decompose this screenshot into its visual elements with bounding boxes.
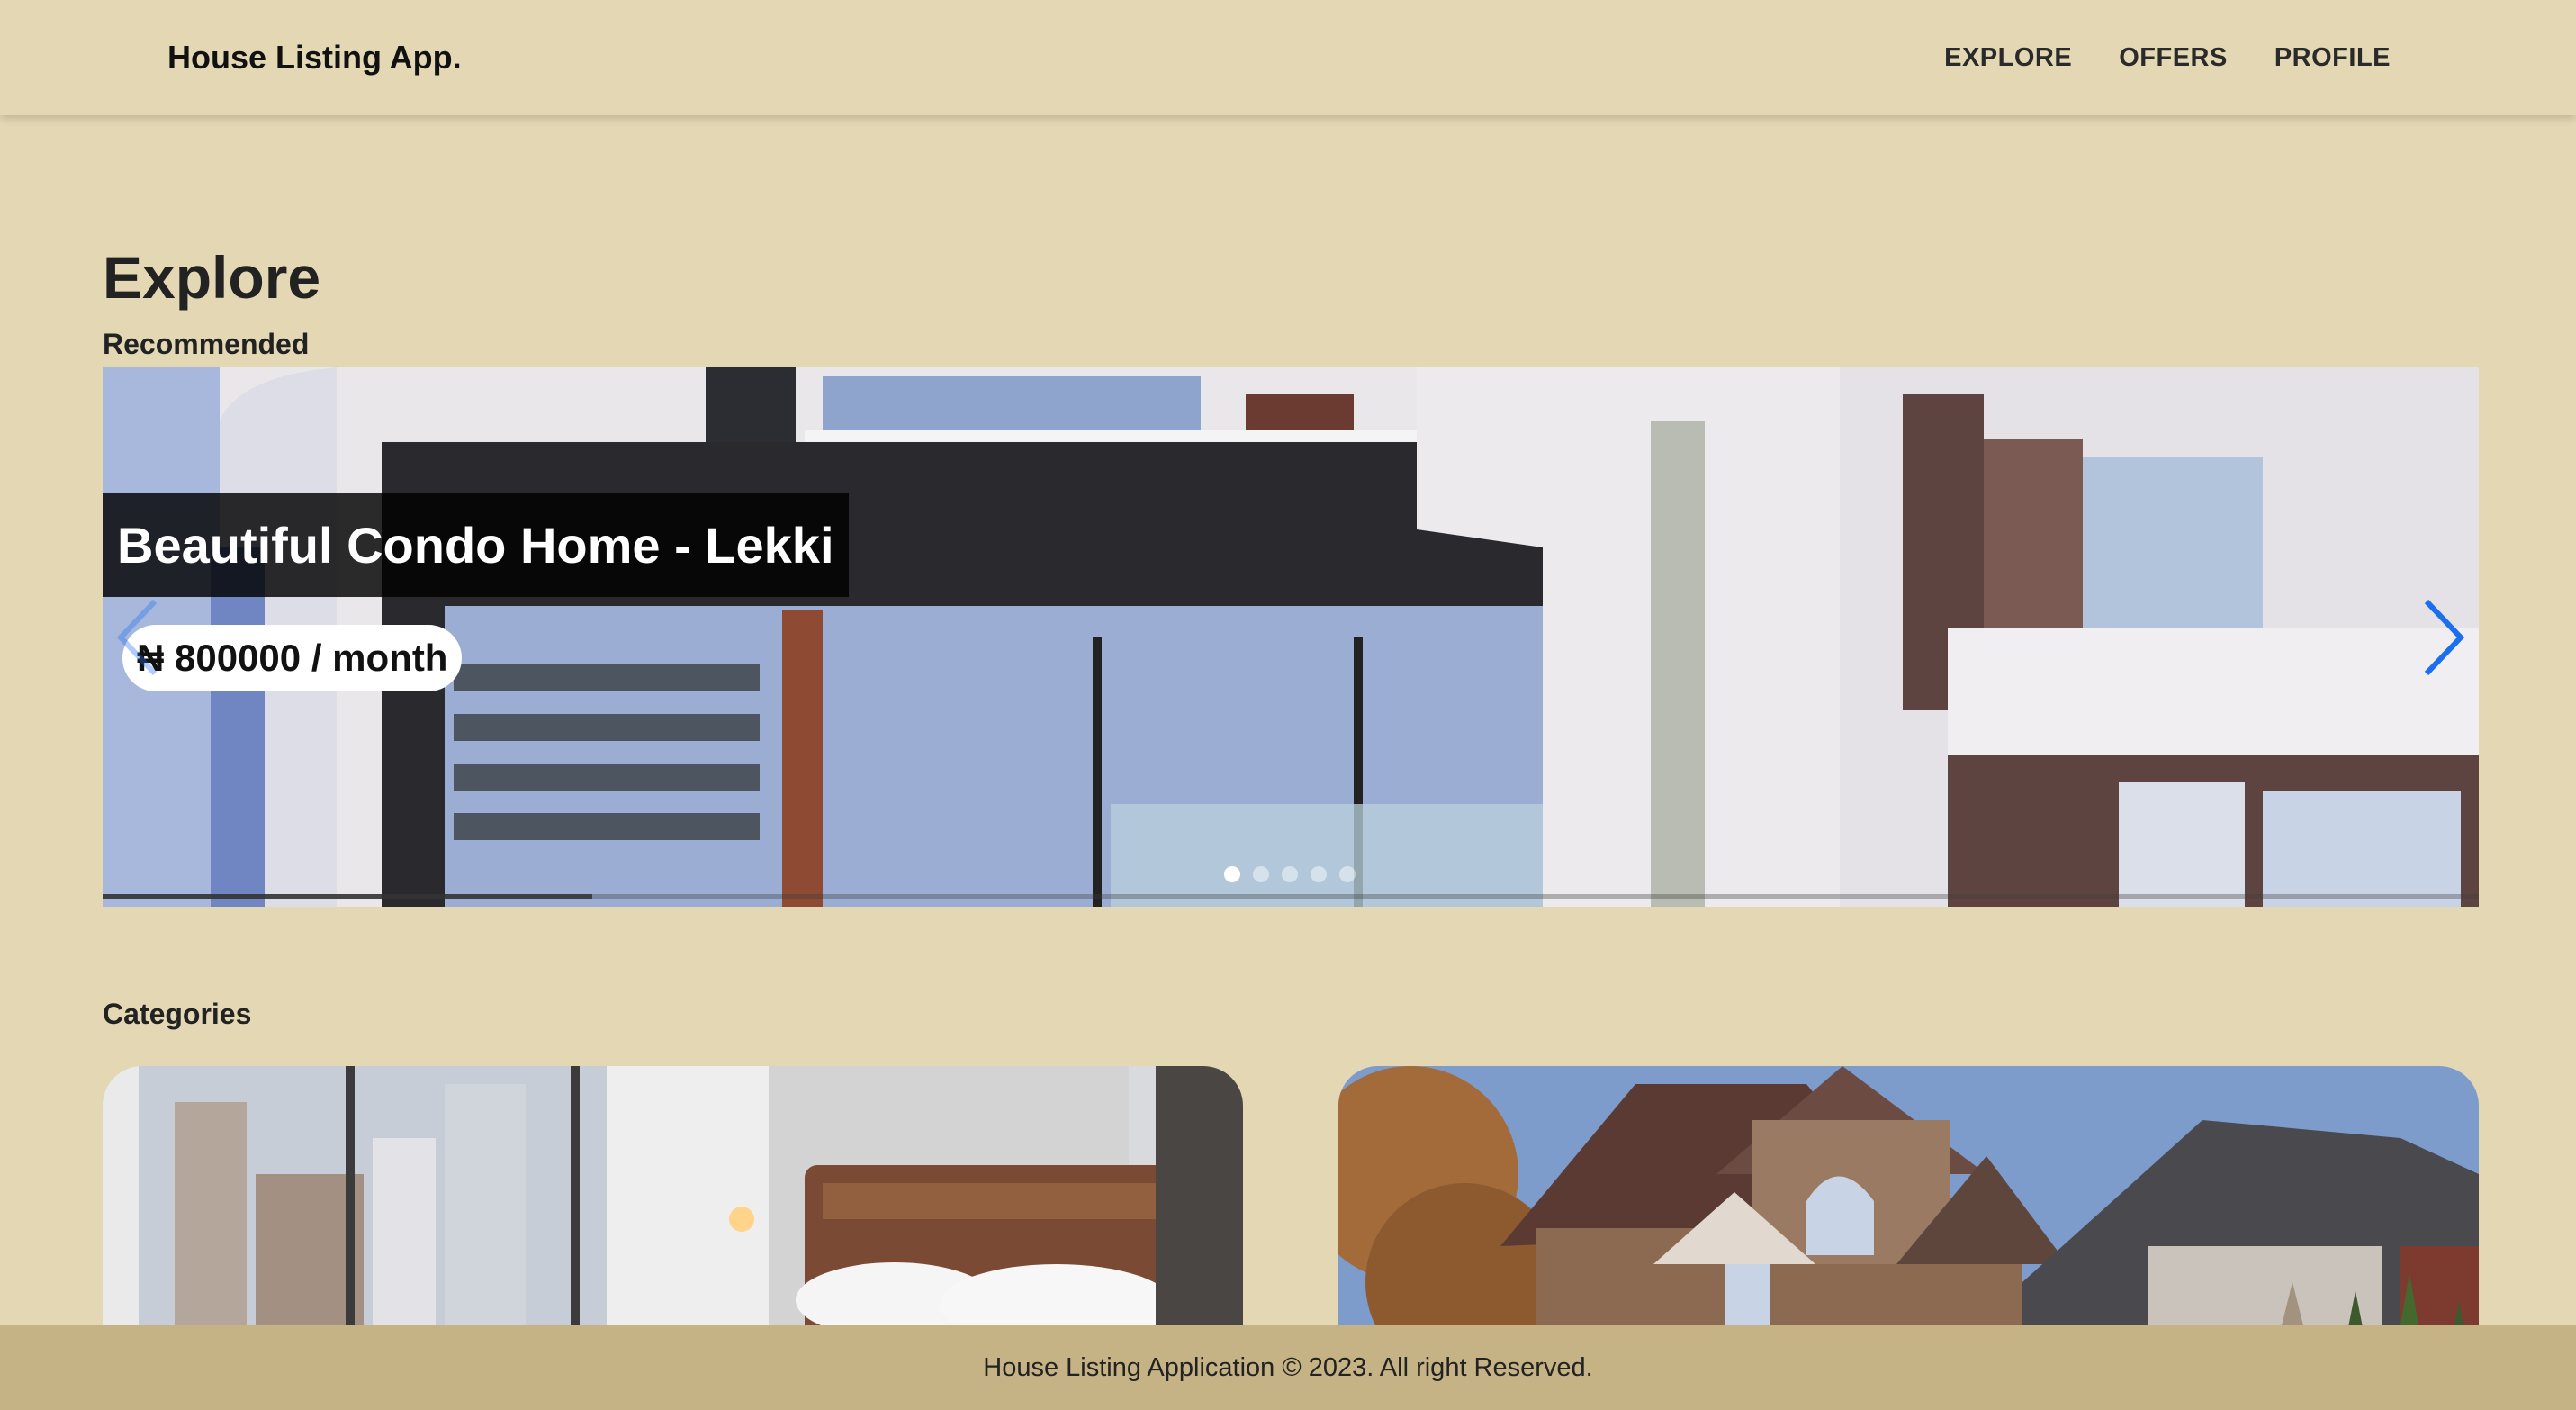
site-footer: House Listing Application © 2023. All ri… (0, 1325, 2576, 1410)
slider-progress-fill (103, 894, 592, 899)
slider-dot[interactable] (1224, 866, 1240, 882)
chevron-left-icon[interactable] (112, 592, 166, 682)
page-title: Explore (103, 244, 321, 311)
slider-dot[interactable] (1282, 866, 1298, 882)
slider-progress-track (103, 894, 2479, 899)
nav-offers-link[interactable]: OFFERS (2119, 43, 2228, 73)
brand-logo-text[interactable]: House Listing App. (167, 0, 462, 115)
recommended-heading: Recommended (103, 328, 310, 360)
nav-profile-link[interactable]: PROFILE (2274, 43, 2391, 73)
nav-explore-link[interactable]: EXPLORE (1944, 43, 2072, 73)
slider-dot[interactable] (1311, 866, 1327, 882)
slider-dot[interactable] (1253, 866, 1269, 882)
footer-copyright: House Listing Application © 2023. All ri… (983, 1352, 1593, 1382)
top-navbar: House Listing App. EXPLORE OFFERS PROFIL… (0, 0, 2576, 115)
recommended-slider[interactable]: Beautiful Condo Home - Lekki ₦ 800000 / … (103, 367, 2479, 907)
slide-title[interactable]: Beautiful Condo Home - Lekki (103, 493, 849, 597)
slide-image[interactable] (103, 367, 2479, 907)
chevron-right-icon[interactable] (2416, 592, 2470, 682)
slider-dot[interactable] (1339, 866, 1356, 882)
categories-heading: Categories (103, 998, 252, 1030)
slide-price-badge: ₦ 800000 / month (122, 625, 463, 691)
main-nav: EXPLORE OFFERS PROFILE (1944, 0, 2391, 115)
slider-pagination (1224, 866, 1356, 882)
